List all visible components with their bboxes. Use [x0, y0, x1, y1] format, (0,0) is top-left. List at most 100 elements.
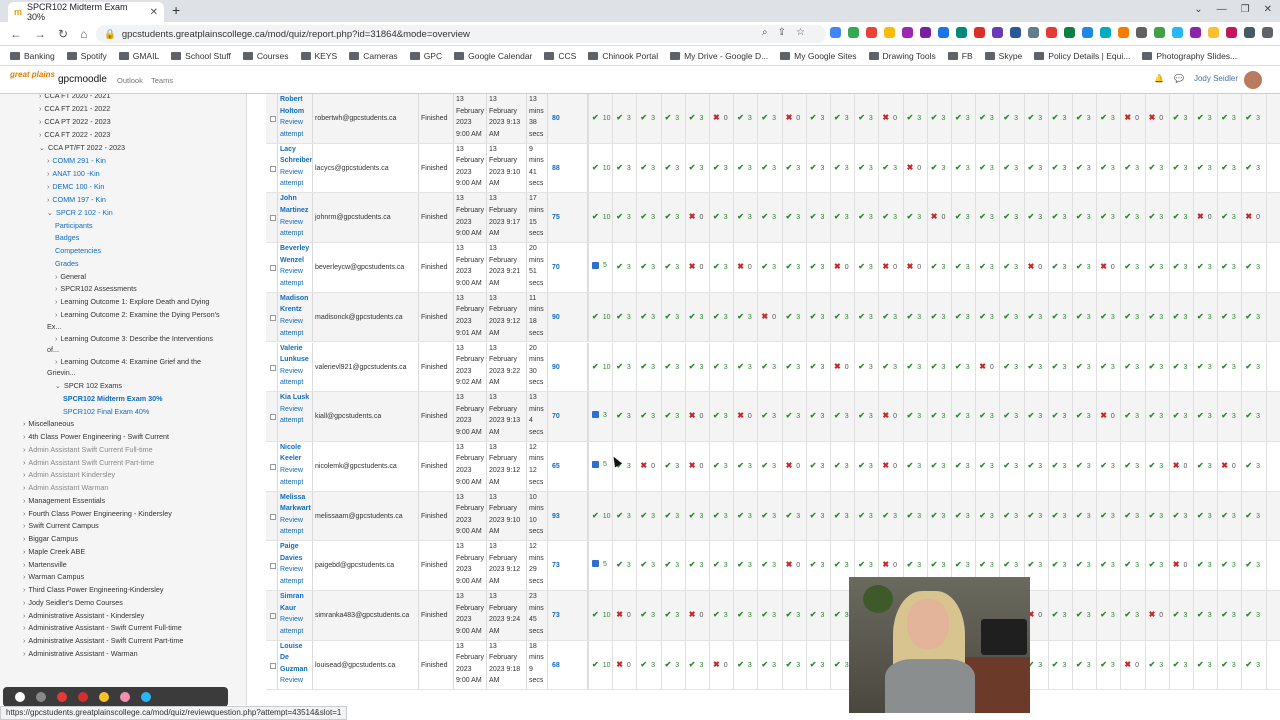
- question-result[interactable]: ✔3: [1245, 610, 1260, 619]
- question-result[interactable]: ✔3: [640, 163, 655, 172]
- question-result[interactable]: ✔3: [1245, 362, 1260, 371]
- question-result[interactable]: ✔3: [616, 362, 631, 371]
- grade-link[interactable]: 73: [552, 610, 560, 622]
- question-result[interactable]: ✔3: [761, 362, 776, 371]
- question-result[interactable]: ✔3: [834, 461, 849, 470]
- question-result[interactable]: ✖ 0: [1173, 560, 1188, 569]
- question-result[interactable]: ✔3: [858, 163, 873, 172]
- question-result[interactable]: ✖ 0: [689, 610, 704, 619]
- teams-link[interactable]: Teams: [151, 76, 173, 85]
- review-attempt-link[interactable]: Review attempt: [280, 366, 312, 389]
- college-logo[interactable]: great plains: [10, 70, 55, 79]
- question-result[interactable]: ✔3: [761, 560, 776, 569]
- question-result[interactable]: ✔3: [1100, 113, 1115, 122]
- question-result[interactable]: ✔3: [665, 610, 680, 619]
- bookmark-item[interactable]: Courses: [242, 51, 289, 61]
- question-result[interactable]: ✔3: [616, 163, 631, 172]
- question-result[interactable]: ✔3: [1124, 362, 1139, 371]
- question-result[interactable]: ✔3: [1076, 163, 1091, 172]
- extension-icon[interactable]: [1082, 27, 1093, 38]
- question-result[interactable]: ✔3: [786, 411, 801, 420]
- question-result[interactable]: ✔3: [1221, 610, 1236, 619]
- nav-item[interactable]: › CCA FT 2020 - 2021: [39, 94, 110, 101]
- review-attempt-link[interactable]: Review attempt: [280, 675, 312, 689]
- question-result[interactable]: ✔3: [1197, 560, 1212, 569]
- question-result[interactable]: ✔3: [931, 163, 946, 172]
- question-result[interactable]: ✔3: [737, 212, 752, 221]
- question-result[interactable]: ✔3: [640, 560, 655, 569]
- row-checkbox[interactable]: [270, 414, 276, 421]
- question-result[interactable]: ✔3: [834, 212, 849, 221]
- question-result[interactable]: ✔3: [1245, 560, 1260, 569]
- question-result[interactable]: ✔3: [979, 560, 994, 569]
- student-last-name[interactable]: De Guzman: [280, 652, 312, 675]
- question-result[interactable]: ✔3: [858, 411, 873, 420]
- back-icon[interactable]: ←: [10, 27, 22, 41]
- student-last-name[interactable]: Markwart: [280, 503, 312, 515]
- nav-item[interactable]: › 4th Class Power Engineering - Swift Cur…: [23, 432, 169, 442]
- question-result[interactable]: ✔ 10: [592, 113, 611, 122]
- question-result[interactable]: ✔ 10: [592, 212, 611, 221]
- review-attempt-link[interactable]: Review attempt: [280, 316, 312, 339]
- question-result[interactable]: ✔3: [1221, 212, 1236, 221]
- nav-item[interactable]: Participants: [55, 221, 93, 231]
- question-result[interactable]: ✔3: [640, 411, 655, 420]
- minimize-icon[interactable]: —: [1217, 4, 1227, 15]
- question-result[interactable]: ✔3: [640, 660, 655, 669]
- outlook-link[interactable]: Outlook: [117, 76, 143, 85]
- question-result[interactable]: ✔3: [737, 461, 752, 470]
- nav-item[interactable]: › Fourth Class Power Engineering - Kinder…: [23, 509, 172, 519]
- student-last-name[interactable]: Keeler: [280, 453, 312, 465]
- question-result[interactable]: ✔3: [1124, 610, 1139, 619]
- row-checkbox[interactable]: [270, 215, 276, 222]
- question-result[interactable]: ✔3: [665, 113, 680, 122]
- row-checkbox[interactable]: [270, 662, 276, 669]
- close-window-icon[interactable]: ✕: [1264, 4, 1272, 15]
- student-first-name[interactable]: Kia Lusk: [280, 392, 312, 404]
- nav-item[interactable]: › Admin Assistant Swift Current Full-time: [23, 445, 153, 455]
- student-first-name[interactable]: John: [280, 193, 312, 205]
- nav-item[interactable]: › COMM 291 - Kin: [47, 156, 106, 166]
- question-result[interactable]: ✔3: [1173, 163, 1188, 172]
- extension-icon[interactable]: [920, 27, 931, 38]
- question-result[interactable]: ✔3: [955, 212, 970, 221]
- nav-item[interactable]: › Biggar Campus: [23, 534, 78, 544]
- question-result[interactable]: ✔3: [761, 511, 776, 520]
- student-first-name[interactable]: Beverley: [280, 243, 312, 255]
- question-result[interactable]: ✔3: [1003, 312, 1018, 321]
- nav-item[interactable]: ⌄ SPCR 102 Exams: [55, 381, 122, 391]
- extension-icon[interactable]: [848, 27, 859, 38]
- question-result[interactable]: ✔3: [713, 411, 728, 420]
- question-result[interactable]: ✔3: [1100, 660, 1115, 669]
- bookmark-star-icon[interactable]: ☆: [796, 27, 805, 38]
- question-result[interactable]: ✔3: [979, 511, 994, 520]
- question-result[interactable]: ✖ 0: [713, 660, 728, 669]
- question-result[interactable]: ✔3: [1221, 312, 1236, 321]
- question-result[interactable]: ✖ 0: [640, 461, 655, 470]
- question-result[interactable]: ✔3: [737, 113, 752, 122]
- question-result[interactable]: ✔3: [665, 262, 680, 271]
- question-result[interactable]: ✔3: [1052, 610, 1067, 619]
- question-result[interactable]: ✔3: [713, 312, 728, 321]
- question-result[interactable]: ✔3: [1173, 362, 1188, 371]
- sidepanel-icon[interactable]: [1262, 27, 1273, 38]
- nav-item[interactable]: › Administrative Assistant - Kindersley: [23, 611, 144, 621]
- question-result[interactable]: ✔3: [1052, 660, 1067, 669]
- question-result[interactable]: ✔3: [858, 113, 873, 122]
- question-result[interactable]: ✔3: [882, 511, 897, 520]
- question-result[interactable]: ✔3: [761, 610, 776, 619]
- grade-link[interactable]: 73: [552, 560, 560, 572]
- question-result[interactable]: ✔3: [1245, 262, 1260, 271]
- question-result[interactable]: ✔3: [713, 262, 728, 271]
- question-result[interactable]: ✔3: [786, 660, 801, 669]
- bell-icon[interactable]: 🔔: [1154, 74, 1164, 83]
- question-result[interactable]: ✔3: [640, 511, 655, 520]
- grade-link[interactable]: 90: [552, 362, 560, 374]
- screen-icon[interactable]: [78, 692, 88, 702]
- question-result[interactable]: ✔3: [1052, 411, 1067, 420]
- grade-link[interactable]: 93: [552, 511, 560, 523]
- question-result[interactable]: ✔3: [931, 461, 946, 470]
- question-result[interactable]: ✔3: [1149, 312, 1164, 321]
- question-result[interactable]: ✔3: [761, 113, 776, 122]
- bookmark-item[interactable]: Google Calendar: [454, 51, 532, 61]
